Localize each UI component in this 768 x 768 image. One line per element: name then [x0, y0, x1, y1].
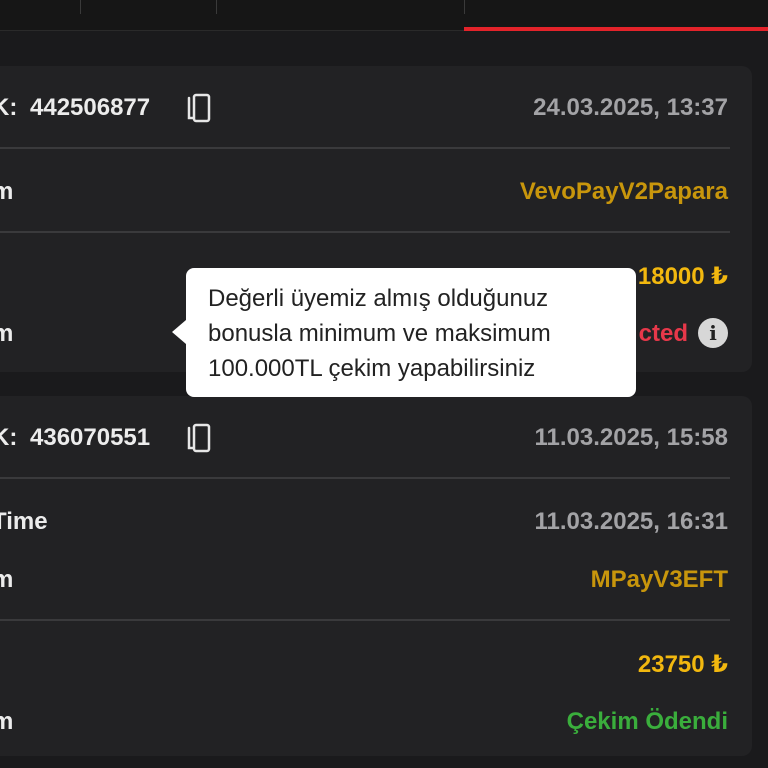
tab-separator [216, 0, 217, 14]
payment-system-value: VevoPayV2Papara [519, 178, 728, 205]
payment-system-label: m [0, 178, 14, 205]
info-icon[interactable]: i [698, 318, 728, 348]
payment-system-value: MPayV3EFT [590, 566, 728, 593]
active-tab-indicator [464, 27, 768, 31]
payment-system-label: m [0, 566, 14, 593]
tab-separator [80, 0, 81, 14]
divider [0, 619, 730, 621]
divider [0, 231, 730, 233]
transaction-date: 11.03.2025, 15:58 [534, 424, 728, 451]
transaction-card: K: 436070551 11.03.2025, 15:58 Time 11.0… [0, 396, 752, 756]
status-value: cted [638, 320, 688, 347]
completion-time-value: 11.03.2025, 16:31 [534, 508, 728, 535]
tooltip-arrow [172, 320, 186, 344]
completion-time-label: Time [0, 508, 48, 535]
transaction-id-label: K: [0, 424, 18, 451]
status-value: Çekim Ödendi [566, 708, 728, 735]
amount-value: 18000 ₺ [637, 263, 728, 290]
amount-value: 23750 ₺ [637, 651, 728, 678]
transaction-id-label: K: [0, 94, 18, 121]
transaction-date: 24.03.2025, 13:37 [533, 94, 728, 121]
transaction-id: 442506877 [30, 94, 151, 121]
transaction-id: 436070551 [30, 424, 151, 451]
info-tooltip: Değerli üyemiz almış olduğunuz bonusla m… [186, 268, 636, 397]
copy-icon[interactable] [186, 423, 212, 453]
divider [0, 147, 730, 149]
tab-bar [0, 0, 768, 31]
tooltip-line: 100.000TL çekim yapabilirsiniz [208, 355, 536, 382]
status-label: m [0, 320, 14, 347]
tooltip-line: Değerli üyemiz almış olduğunuz [208, 285, 549, 312]
tooltip-line: bonusla minimum ve maksimum [208, 320, 551, 347]
tab-separator [464, 0, 465, 14]
divider [0, 477, 730, 479]
copy-icon[interactable] [186, 93, 212, 123]
status-label: m [0, 708, 14, 735]
